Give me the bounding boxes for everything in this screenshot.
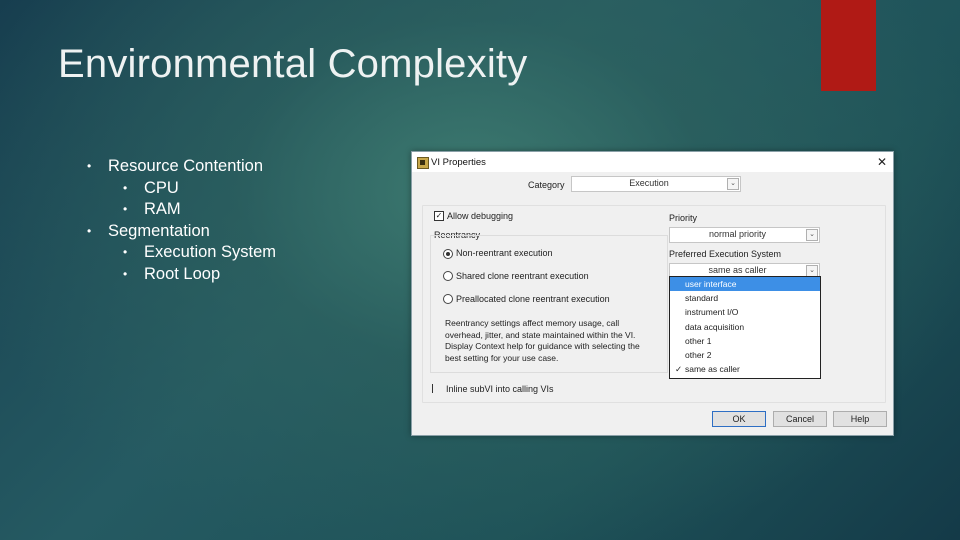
bullet-dot-icon: • [123, 202, 128, 217]
ok-button[interactable]: OK [712, 411, 766, 427]
dialog-titlebar[interactable]: VI Properties ✕ [412, 152, 893, 172]
option-label: other 1 [685, 335, 712, 346]
cancel-button[interactable]: Cancel [773, 411, 827, 427]
close-button[interactable]: ✕ [877, 155, 887, 169]
help-button[interactable]: Help [833, 411, 887, 427]
chevron-down-icon: ⌄ [727, 178, 739, 190]
checkmark-icon: ✓ [675, 364, 683, 375]
bullet-list: • Resource Contention • CPU • RAM • Segmenta… [87, 156, 276, 286]
dropdown-option[interactable]: other 2 [670, 348, 820, 362]
option-label: data acquisition [685, 321, 745, 332]
dropdown-option[interactable]: standard [670, 291, 820, 305]
execution-system-dropdown: user interface standard instrument I/O d… [669, 276, 821, 379]
dropdown-option[interactable]: ✓ same as caller [670, 362, 820, 376]
non-reentrant-radio[interactable] [443, 249, 453, 259]
allow-debugging-checkbox[interactable]: ✓ [434, 211, 444, 221]
bullet-dot-icon: • [87, 159, 92, 173]
bullet-dot-icon: • [123, 245, 128, 260]
dropdown-option[interactable]: user interface [670, 277, 820, 292]
slide-title: Environmental Complexity [58, 42, 528, 86]
execution-system-value: same as caller [708, 265, 767, 275]
shared-clone-radio[interactable] [443, 271, 453, 281]
bullet-dot-icon: • [87, 223, 92, 238]
priority-label: Priority [669, 213, 698, 223]
bullet-item: • CPU [88, 178, 276, 200]
bullet-text: Segmentation [108, 221, 210, 240]
bullet-text: Resource Contention [108, 157, 264, 175]
bullet-item: • Segmentation [87, 221, 276, 243]
dropdown-option[interactable]: other 1 [670, 334, 820, 348]
category-select[interactable]: Execution ⌄ [571, 176, 741, 192]
shared-clone-label: Shared clone reentrant execution [456, 271, 589, 281]
execution-system-label: Preferred Execution System [669, 249, 782, 259]
bullet-item: • Root Loop [88, 264, 276, 286]
bullet-item: • Resource Contention [87, 156, 276, 178]
option-label: instrument I/O [685, 307, 739, 318]
option-label: other 2 [685, 349, 712, 360]
chevron-down-icon: ⌄ [806, 229, 818, 241]
option-label: same as caller [685, 364, 740, 375]
bullet-item: • Execution System [88, 242, 276, 264]
dialog-title: VI Properties [431, 157, 486, 168]
bullet-text: RAM [144, 200, 181, 219]
priority-select[interactable]: normal priority ⌄ [669, 227, 820, 243]
inline-subvi-checkbox[interactable] [432, 384, 434, 393]
bullet-text: CPU [144, 178, 179, 197]
category-label: Category [528, 180, 565, 190]
non-reentrant-label: Non-reentrant execution [456, 248, 553, 258]
bullet-item: • RAM [88, 199, 276, 221]
bullet-dot-icon: • [123, 266, 128, 281]
bullet-text: Execution System [144, 243, 277, 262]
bullet-text: Root Loop [144, 264, 221, 283]
vi-properties-dialog: VI Properties ✕ Category Execution ⌄ ✓ A… [411, 151, 894, 436]
labview-app-icon [417, 157, 429, 169]
allow-debugging-label: Allow debugging [447, 211, 514, 221]
inline-subvi-label: Inline subVI into calling VIs [446, 384, 554, 394]
option-label: user interface [685, 279, 737, 289]
option-label: standard [685, 293, 719, 304]
dropdown-option[interactable]: instrument I/O [670, 305, 820, 319]
category-value: Execution [629, 178, 669, 188]
red-accent-bar [821, 0, 876, 91]
reentrancy-description: Reentrancy settings affect memory usage,… [445, 318, 640, 363]
dropdown-option[interactable]: data acquisition [670, 320, 820, 334]
preallocated-clone-radio[interactable] [443, 294, 453, 304]
priority-value: normal priority [708, 229, 766, 239]
preallocated-clone-label: Preallocated clone reentrant execution [456, 294, 610, 304]
bullet-dot-icon: • [123, 180, 128, 195]
